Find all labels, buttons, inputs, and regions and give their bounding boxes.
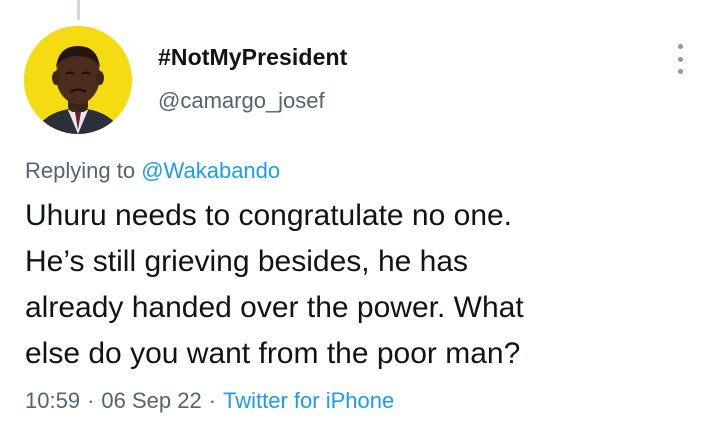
tweet-time[interactable]: 10:59 [25, 388, 80, 413]
author-display-name[interactable]: #NotMyPresident [158, 44, 347, 71]
author-handle[interactable]: @camargo_josef [158, 88, 347, 114]
tweet-meta: 10:59 · 06 Sep 22 · Twitter for iPhone [25, 388, 394, 414]
replying-to-label: Replying to [25, 158, 136, 183]
tweet-source-link[interactable]: Twitter for iPhone [223, 388, 394, 413]
tweet-author[interactable]: #NotMyPresident @camargo_josef [158, 44, 347, 114]
tweet-date[interactable]: 06 Sep 22 [101, 388, 201, 413]
replying-to: Replying to @Wakabando [25, 158, 280, 184]
more-dot [677, 44, 683, 49]
meta-separator: · [208, 388, 217, 413]
tweet-text-line: else do you want from the poor man? [25, 337, 521, 370]
avatar-photo [24, 26, 132, 134]
tweet-text-line: Uhuru needs to congratulate no one. [25, 199, 513, 232]
meta-separator: · [87, 388, 95, 413]
more-dot [677, 56, 683, 62]
avatar[interactable] [24, 26, 132, 134]
tweet-text-line: already handed over the power. What [25, 291, 524, 324]
tweet-text: Uhuru needs to congratulate no one. He’s… [25, 193, 705, 377]
more-options-icon[interactable] [668, 44, 692, 74]
more-dot [677, 69, 683, 74]
tweet-text-line: He’s still grieving besides, he has [25, 245, 469, 278]
reply-mention-link[interactable]: @Wakabando [141, 158, 280, 183]
thread-connector-line [77, 0, 80, 20]
